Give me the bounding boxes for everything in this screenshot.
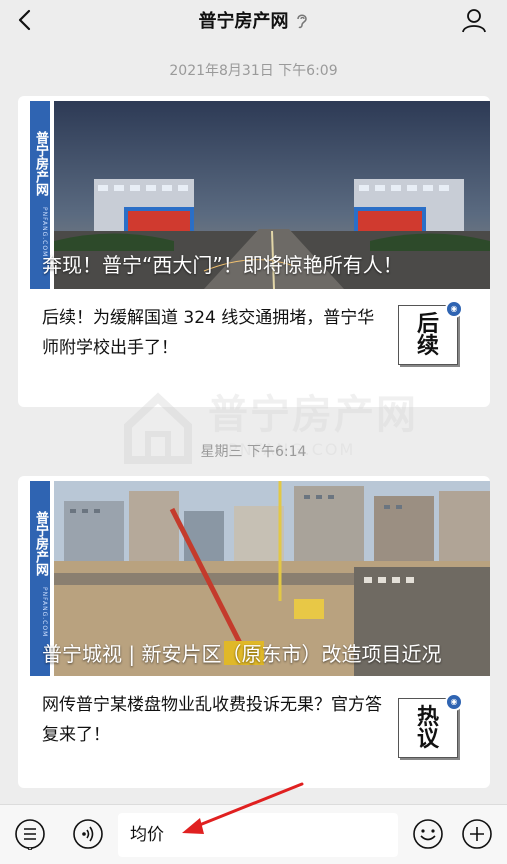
voice-icon[interactable] xyxy=(72,818,104,850)
top-bar: 普宁房产网 xyxy=(0,0,507,40)
brand-label: 普宁房产网 xyxy=(33,131,48,196)
message-timestamp: 星期三 下午6:14 xyxy=(200,444,307,460)
sub-article-title: 后续！为缓解国道 324 线交通拥堵，普宁华师附学校出手了！ xyxy=(42,308,375,358)
ear-icon xyxy=(296,14,307,29)
plus-icon[interactable] xyxy=(461,818,493,850)
brand-label: 普宁房产网 xyxy=(33,511,48,576)
hero-article[interactable]: 普宁房产网 PNFANG.COM xyxy=(18,96,490,289)
hero-article[interactable]: 普宁房产网 PNFANG.COM xyxy=(18,476,490,676)
annotation-arrow-icon xyxy=(182,782,304,834)
article-card[interactable]: 普宁房产网 PNFANG.COM xyxy=(18,476,490,788)
person-icon[interactable] xyxy=(461,7,487,33)
sub-article-thumbnail: 热议 ◉ xyxy=(398,693,463,758)
watermark-text: 普宁房产网 xyxy=(208,392,418,438)
page-title: 普宁房产网 xyxy=(198,11,289,32)
emoji-icon[interactable] xyxy=(412,818,444,850)
sub-article-thumbnail: 后续 ◉ xyxy=(398,300,463,365)
message-timestamp: 2021年8月31日 下午6:09 xyxy=(169,63,338,79)
brand-badge-icon: ◉ xyxy=(445,693,463,711)
brand-url: PNFANG.COM xyxy=(41,587,48,638)
hero-title: 奔现！普宁“西大门”！即将惊艳所有人！ xyxy=(42,253,403,277)
hero-title: 普宁城视 | 新安片区（原东市）改造项目近况 xyxy=(42,642,442,666)
sub-article[interactable]: 网传普宁某楼盘物业乱收费投诉无果？官方答复来了！ 热议 ◉ xyxy=(18,676,490,788)
article-card[interactable]: 普宁房产网 PNFANG.COM xyxy=(18,96,490,407)
brand-badge-icon: ◉ xyxy=(445,300,463,318)
watermark-logo: 普宁房产网 PNFANG.COM xyxy=(118,382,418,482)
sub-article-title: 网传普宁某楼盘物业乱收费投诉无果？官方答复来了！ xyxy=(42,695,382,745)
menu-icon[interactable] xyxy=(14,818,46,850)
brand-url: PNFANG.COM xyxy=(41,207,48,258)
